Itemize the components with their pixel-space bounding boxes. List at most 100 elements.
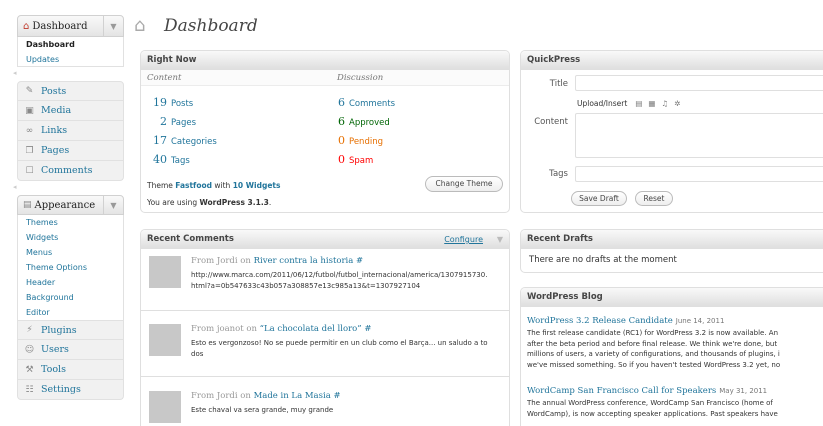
- stat-categories[interactable]: 17 Categories: [149, 134, 217, 147]
- content-heading: Content: [147, 73, 182, 83]
- stat-pages[interactable]: 2 Pages: [149, 115, 196, 128]
- right-now-widget: Right Now Content Discussion 19 Posts 2 Pa…: [140, 50, 510, 213]
- excerpt-line: we've missed something. So if you haven'…: [527, 360, 781, 369]
- comment-post-link[interactable]: “La chocolata del lloro”: [260, 324, 362, 334]
- stat-number: 40: [153, 153, 167, 166]
- version-info: You are using WordPress 3.1.3.: [147, 198, 271, 207]
- wordpress-blog-title[interactable]: WordPress Blog: [521, 288, 823, 307]
- menu-tools[interactable]: ⚒ Tools: [17, 360, 124, 380]
- submenu-themes[interactable]: Themes: [18, 215, 123, 230]
- menu-comments[interactable]: ☐ Comments: [17, 161, 124, 181]
- collapse-arrow-icon: ◂: [13, 69, 17, 77]
- configure-link[interactable]: Configure: [444, 230, 483, 249]
- menu-separator: ◂: [13, 181, 124, 195]
- quickpress-title[interactable]: QuickPress: [521, 51, 823, 70]
- avatar: [149, 324, 181, 356]
- dashboard-home-icon: ⌂: [134, 15, 146, 36]
- pages-icon: ❐: [25, 145, 34, 156]
- menu-users-label: Users: [41, 344, 69, 355]
- stat-comments[interactable]: 6 Comments: [337, 96, 395, 109]
- upload-insert-label: Upload/Insert: [577, 99, 628, 108]
- excerpt-line: The annual WordPress conference, WordCam…: [527, 399, 773, 407]
- submenu-updates[interactable]: Updates: [18, 52, 123, 67]
- menu-users[interactable]: ☺ Users: [17, 340, 124, 360]
- submenu-dashboard[interactable]: Dashboard: [18, 37, 123, 52]
- blog-post-title-text[interactable]: WordCamp San Francisco Call for Speakers: [527, 386, 716, 396]
- menu-posts-label: Posts: [41, 85, 67, 97]
- submenu-header[interactable]: Header: [18, 275, 123, 290]
- menu-appearance[interactable]: ▤ Appearance ▼: [17, 195, 124, 215]
- stat-spam[interactable]: 0 Spam: [337, 153, 373, 166]
- comments-icon: ☐: [25, 165, 34, 176]
- comment-permalink[interactable]: #: [333, 391, 340, 401]
- menu-posts[interactable]: ✎ Posts: [17, 81, 124, 101]
- tags-input[interactable]: [575, 166, 823, 182]
- comment-permalink[interactable]: #: [356, 256, 363, 266]
- menu-media[interactable]: ▣ Media: [17, 101, 124, 121]
- menu-dashboard[interactable]: ⌂ Dashboard ▼: [17, 15, 124, 37]
- discussion-heading: Discussion: [337, 73, 384, 83]
- widget-toggle-icon[interactable]: ▼: [497, 230, 503, 249]
- theme-name-link[interactable]: Fastfood: [175, 181, 212, 190]
- media-icon: ▣: [25, 105, 34, 116]
- menu-settings[interactable]: ☷ Settings: [17, 380, 124, 400]
- blog-post-date: May 31, 2011: [719, 387, 768, 395]
- comment-meta: From joanot on “La chocolata del lloro” …: [191, 324, 371, 334]
- change-theme-button[interactable]: Change Theme: [425, 176, 503, 192]
- avatar: [149, 256, 181, 288]
- plug-icon: ⚡: [26, 325, 33, 335]
- stat-number: 2: [160, 115, 167, 128]
- upload-insert-bar: Upload/Insert ▤ ▦ ♫ ✲: [577, 99, 681, 108]
- content-textarea[interactable]: [575, 113, 823, 158]
- menu-separator: ◂: [13, 67, 124, 81]
- menu-settings-label: Settings: [41, 384, 81, 395]
- add-media-icon[interactable]: ✲: [674, 99, 680, 108]
- comment-post-link[interactable]: River contra la historia: [254, 256, 354, 266]
- widgets-link[interactable]: 10 Widgets: [233, 181, 281, 190]
- recent-comments-header[interactable]: Recent Comments Configure ▼: [141, 230, 509, 249]
- menu-plugins[interactable]: ⚡ Plugins: [17, 320, 124, 340]
- menu-toggle-dashboard[interactable]: ▼: [103, 16, 123, 36]
- recent-drafts-title[interactable]: Recent Drafts: [521, 230, 823, 249]
- recent-drafts-widget: Recent Drafts There are no drafts at the…: [520, 229, 823, 273]
- title-label: Title: [549, 79, 568, 89]
- submenu-menus[interactable]: Menus: [18, 245, 123, 260]
- menu-appearance-label: Appearance: [34, 199, 96, 211]
- menu-links[interactable]: ∞ Links: [17, 121, 124, 141]
- tools-icon: ⚒: [25, 364, 34, 375]
- comment-permalink[interactable]: #: [364, 324, 371, 334]
- blog-post-title[interactable]: WordPress 3.2 Release Candidate June 14, …: [527, 316, 823, 326]
- right-now-title[interactable]: Right Now: [141, 51, 509, 70]
- submenu-theme-options[interactable]: Theme Options: [18, 260, 123, 275]
- menu-toggle-appearance[interactable]: ▼: [103, 196, 123, 214]
- blog-post-title[interactable]: WordCamp San Francisco Call for Speakers…: [527, 386, 823, 396]
- save-draft-button[interactable]: Save Draft: [571, 191, 627, 206]
- comment-author: From Jordi on: [191, 256, 251, 266]
- comment-post-link[interactable]: Made in La Masia: [254, 391, 331, 401]
- stat-posts[interactable]: 19 Posts: [149, 96, 193, 109]
- theme-prefix: Theme: [147, 181, 173, 190]
- excerpt-line: millions of users, a variety of configur…: [527, 350, 780, 358]
- comment-text: http://www.marca.com/2011/06/12/futbol/f…: [191, 271, 488, 290]
- blog-post-title-text[interactable]: WordPress 3.2 Release Candidate: [527, 316, 673, 326]
- stat-label: Pages: [171, 118, 197, 128]
- stat-pending[interactable]: 0 Pending: [337, 134, 383, 147]
- stat-number: 6: [338, 115, 345, 128]
- reset-button[interactable]: Reset: [635, 191, 673, 206]
- settings-icon: ☷: [25, 384, 34, 395]
- excerpt-line: WordCamp), is now accepting speaker appl…: [527, 409, 778, 418]
- stat-label: Approved: [349, 118, 390, 128]
- comment-text: Esto es vergonzoso! No se puede permitir…: [191, 339, 488, 358]
- stat-tags[interactable]: 40 Tags: [149, 153, 190, 166]
- menu-pages[interactable]: ❐ Pages: [17, 141, 124, 161]
- add-audio-icon[interactable]: ♫: [662, 99, 669, 108]
- add-video-icon[interactable]: ▦: [648, 99, 655, 108]
- submenu-widgets[interactable]: Widgets: [18, 230, 123, 245]
- title-input[interactable]: [575, 75, 823, 91]
- add-image-icon[interactable]: ▤: [635, 99, 642, 108]
- submenu-background[interactable]: Background: [18, 290, 123, 305]
- submenu-editor[interactable]: Editor: [18, 305, 123, 320]
- stat-number: 17: [153, 134, 167, 147]
- stat-approved[interactable]: 6 Approved: [337, 115, 390, 128]
- comment-text: Este chaval va sera grande, muy grande: [191, 406, 334, 414]
